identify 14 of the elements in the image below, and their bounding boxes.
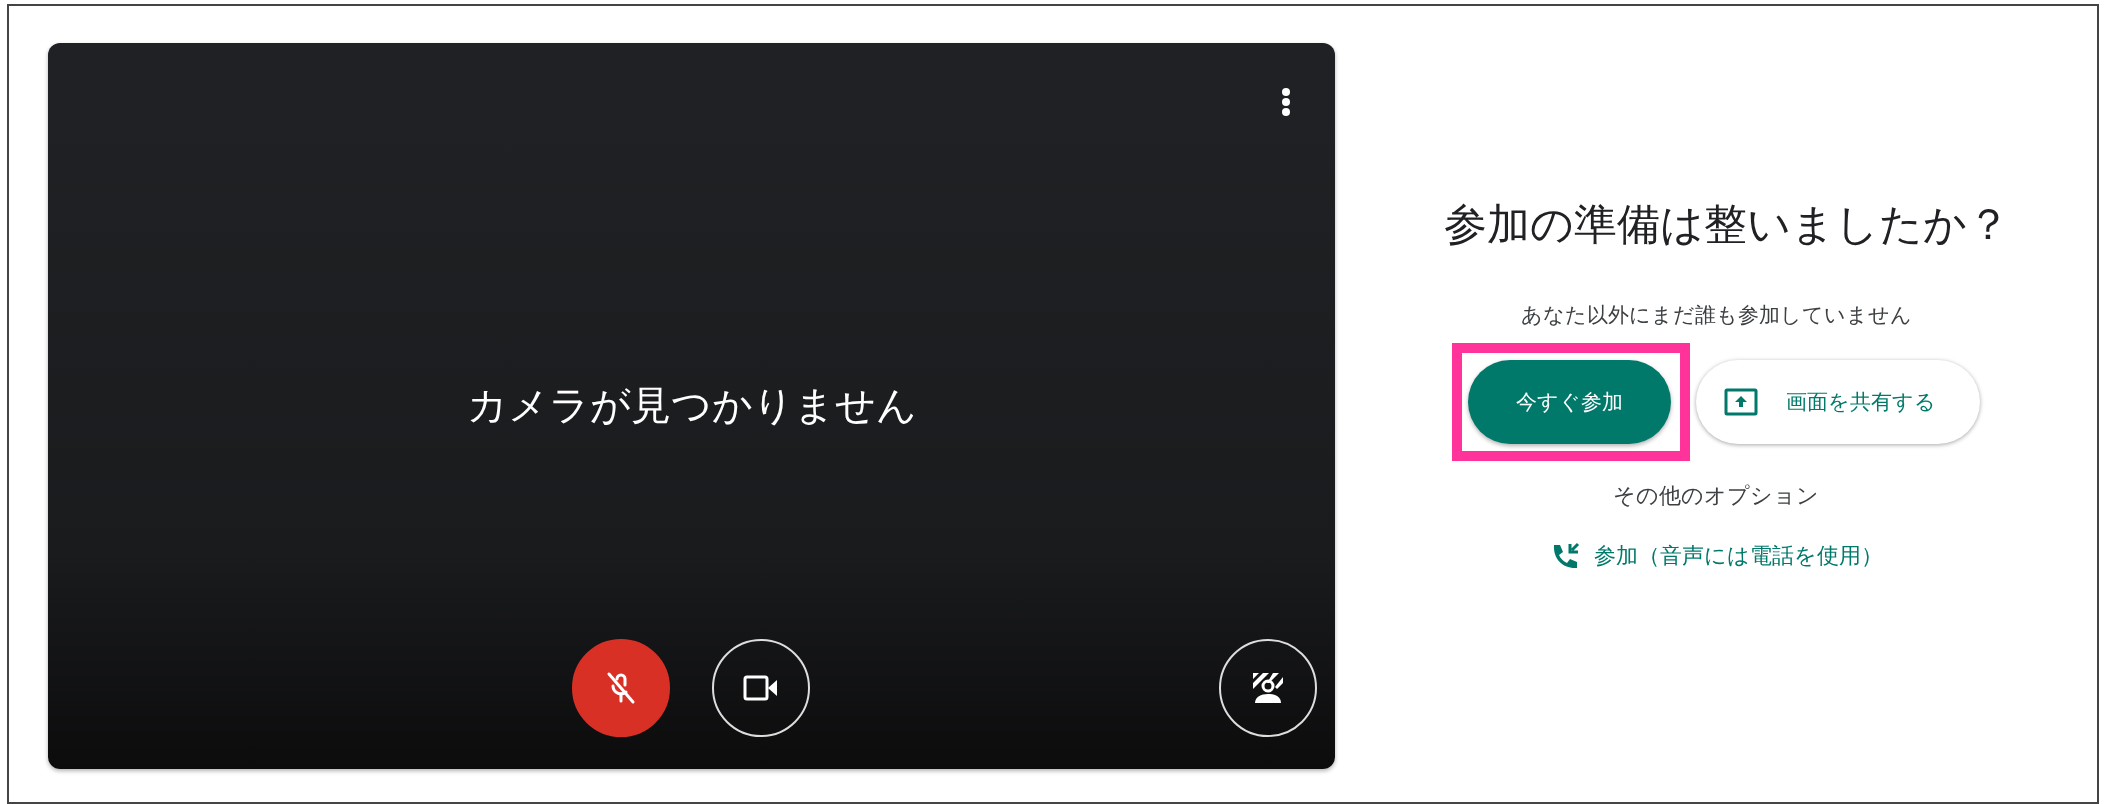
present-screen-icon bbox=[1724, 388, 1758, 416]
join-now-button[interactable]: 今すぐ参加 bbox=[1468, 360, 1671, 444]
camera-button[interactable] bbox=[712, 639, 810, 737]
video-camera-icon bbox=[743, 674, 779, 702]
phone-audio-link[interactable]: 参加（音声には電話を使用） bbox=[1549, 541, 1883, 571]
camera-message: カメラが見つかりません bbox=[466, 381, 917, 430]
more-options-icon[interactable] bbox=[1281, 87, 1291, 117]
person-background-icon bbox=[1251, 671, 1285, 705]
share-screen-button[interactable]: 画面を共有する bbox=[1696, 360, 1980, 444]
ready-heading: 参加の準備は整いましたか？ bbox=[1444, 198, 2010, 251]
effects-button[interactable] bbox=[1219, 639, 1317, 737]
participants-note: あなた以外にまだ誰も参加していません bbox=[1520, 302, 1912, 329]
muted-mic-icon bbox=[606, 671, 636, 705]
other-options-label: その他のオプション bbox=[1613, 482, 1819, 510]
